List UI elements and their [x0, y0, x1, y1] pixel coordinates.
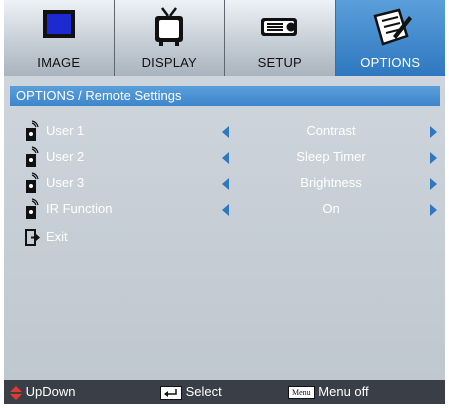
- tab-display-label: DISPLAY: [141, 55, 197, 70]
- tab-image-label: IMAGE: [37, 55, 81, 70]
- tab-setup-label: SETUP: [257, 55, 302, 70]
- tab-options-label: OPTIONS: [360, 55, 421, 70]
- updown-hint: UpDown: [10, 384, 75, 400]
- user-2-label: User 2: [46, 149, 85, 164]
- select-label: Select: [185, 384, 222, 399]
- remote-icon: [26, 172, 39, 193]
- exit-label: Exit: [46, 229, 68, 244]
- ir-function-value: On: [322, 201, 340, 216]
- setting-row-user-3[interactable]: User 3 Brightness: [4, 170, 445, 196]
- arrow-right-icon[interactable]: [430, 152, 437, 164]
- user-1-value: Contrast: [306, 123, 356, 138]
- panel-title: OPTIONS / Remote Settings: [16, 88, 182, 103]
- help-bar: UpDown Select Menu Menu off: [4, 380, 445, 404]
- tab-setup[interactable]: SETUP: [225, 0, 336, 76]
- setting-row-user-1[interactable]: User 1 Contrast: [4, 118, 445, 144]
- arrow-left-icon[interactable]: [222, 152, 229, 164]
- remote-icon: [26, 146, 39, 167]
- tab-display[interactable]: DISPLAY: [114, 0, 225, 76]
- tab-options[interactable]: OPTIONS: [335, 0, 445, 76]
- arrow-left-icon[interactable]: [222, 126, 229, 138]
- updown-arrow-icon: [10, 385, 22, 400]
- select-hint: Select: [160, 384, 222, 400]
- arrow-right-icon[interactable]: [430, 126, 437, 138]
- updown-label: UpDown: [25, 384, 76, 399]
- monitor-icon: [42, 10, 75, 38]
- settings-panel: OPTIONS / Remote Settings User 1 Contras…: [4, 76, 445, 380]
- osd-menu: IMAGE DISPLAY SETUP OPTIONS OPTIONS / Re…: [0, 0, 449, 408]
- menu-off-label: Menu off: [318, 384, 369, 399]
- arrow-right-icon[interactable]: [430, 178, 437, 190]
- tv-icon: [155, 7, 184, 46]
- menu-hint: Menu Menu off: [288, 384, 369, 400]
- arrow-left-icon[interactable]: [222, 178, 229, 190]
- panel-title-bar: OPTIONS / Remote Settings: [10, 86, 440, 106]
- ir-function-label: IR Function: [46, 201, 113, 216]
- user-3-label: User 3: [46, 175, 85, 190]
- exit-icon: [25, 229, 40, 246]
- user-3-value: Brightness: [300, 175, 362, 190]
- remote-icon: [26, 198, 39, 219]
- user-2-value: Sleep Timer: [296, 149, 366, 164]
- remote-icon: [26, 120, 39, 141]
- menu-key-icon: Menu: [288, 386, 315, 400]
- exit-row[interactable]: Exit: [4, 224, 445, 250]
- setting-row-ir-function[interactable]: IR Function On: [4, 196, 445, 222]
- arrow-right-icon[interactable]: [430, 204, 437, 216]
- user-1-label: User 1: [46, 123, 85, 138]
- tab-bar: IMAGE DISPLAY SETUP OPTIONS: [4, 0, 445, 76]
- projector-icon: [260, 18, 297, 36]
- enter-key-icon: [160, 385, 182, 400]
- arrow-left-icon[interactable]: [222, 204, 229, 216]
- setting-row-user-2[interactable]: User 2 Sleep Timer: [4, 144, 445, 170]
- tab-image[interactable]: IMAGE: [4, 0, 115, 76]
- notepad-icon: [373, 8, 413, 46]
